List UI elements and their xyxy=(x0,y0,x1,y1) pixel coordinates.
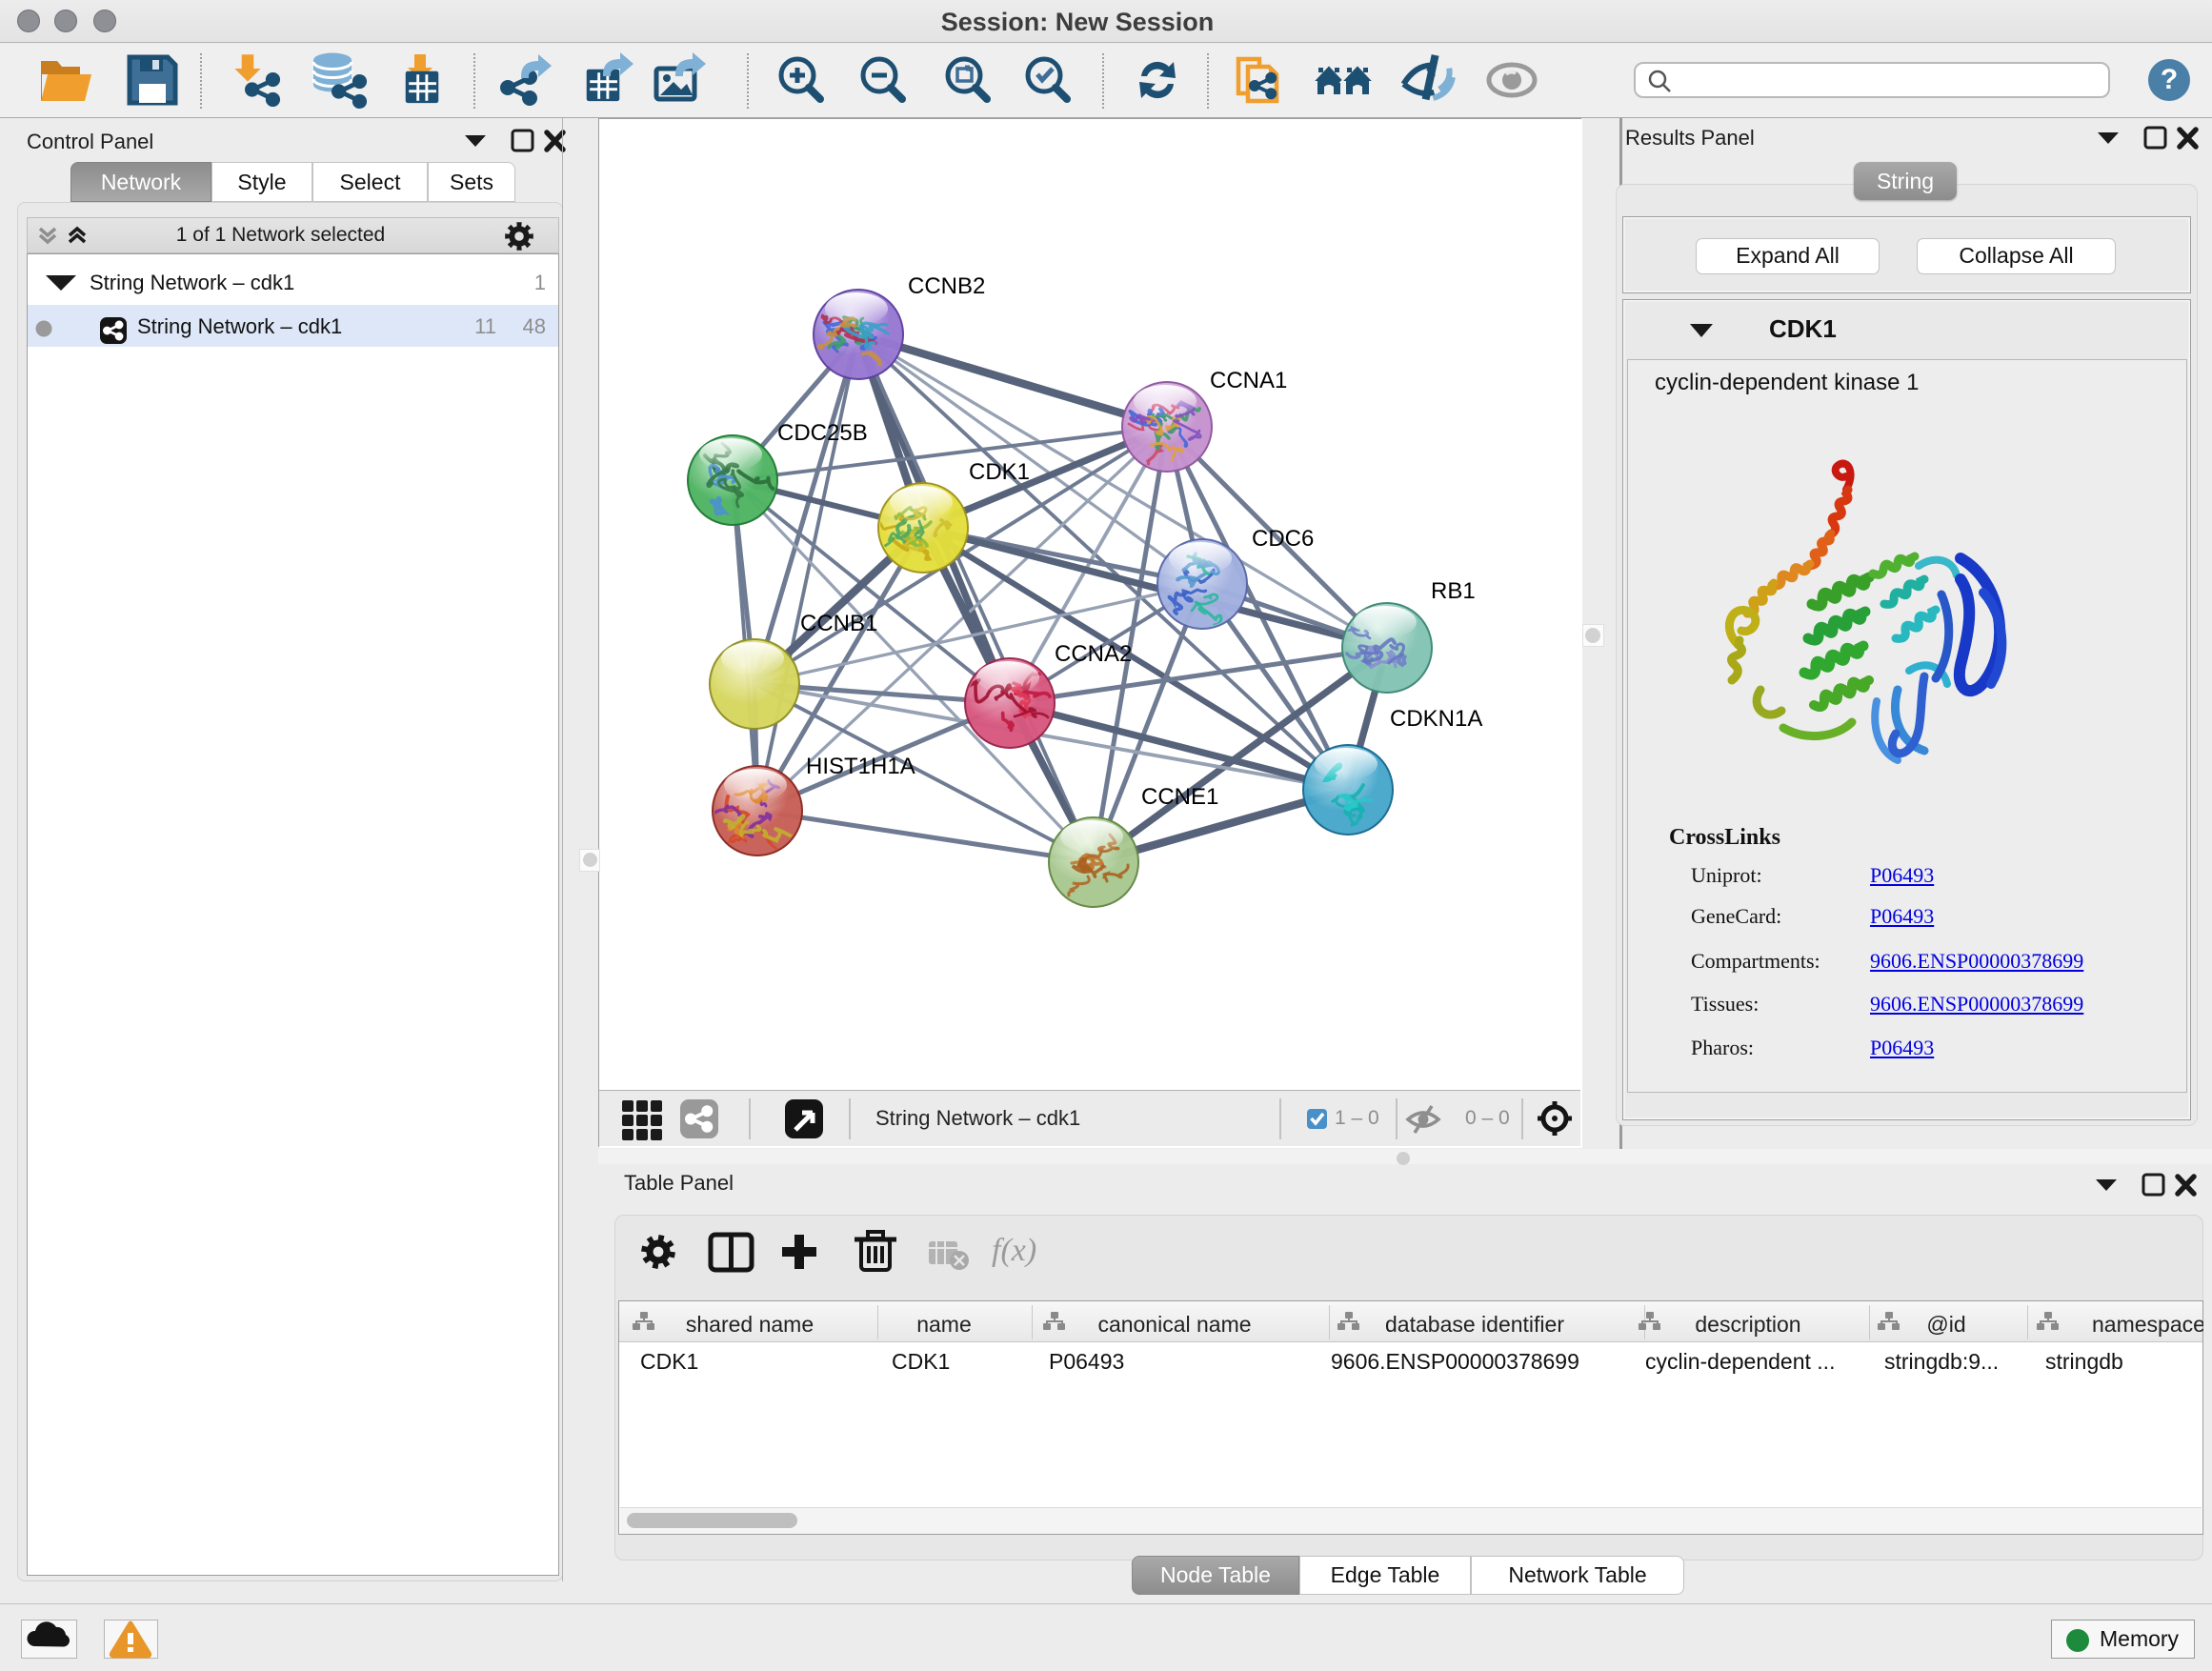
svg-text:CCNA1: CCNA1 xyxy=(1210,368,1287,393)
svg-text:RB1: RB1 xyxy=(1431,578,1476,604)
svg-text:CDC25B: CDC25B xyxy=(777,420,868,446)
svg-text:CCNB1: CCNB1 xyxy=(800,611,877,636)
svg-text:CCNB2: CCNB2 xyxy=(908,273,985,299)
svg-text:CCNE1: CCNE1 xyxy=(1141,784,1218,810)
svg-text:CCNA2: CCNA2 xyxy=(1055,641,1132,667)
svg-text:HIST1H1A: HIST1H1A xyxy=(806,754,915,779)
svg-text:CDK1: CDK1 xyxy=(969,459,1030,485)
svg-text:CDC6: CDC6 xyxy=(1252,526,1314,552)
svg-text:CDKN1A: CDKN1A xyxy=(1390,706,1482,732)
